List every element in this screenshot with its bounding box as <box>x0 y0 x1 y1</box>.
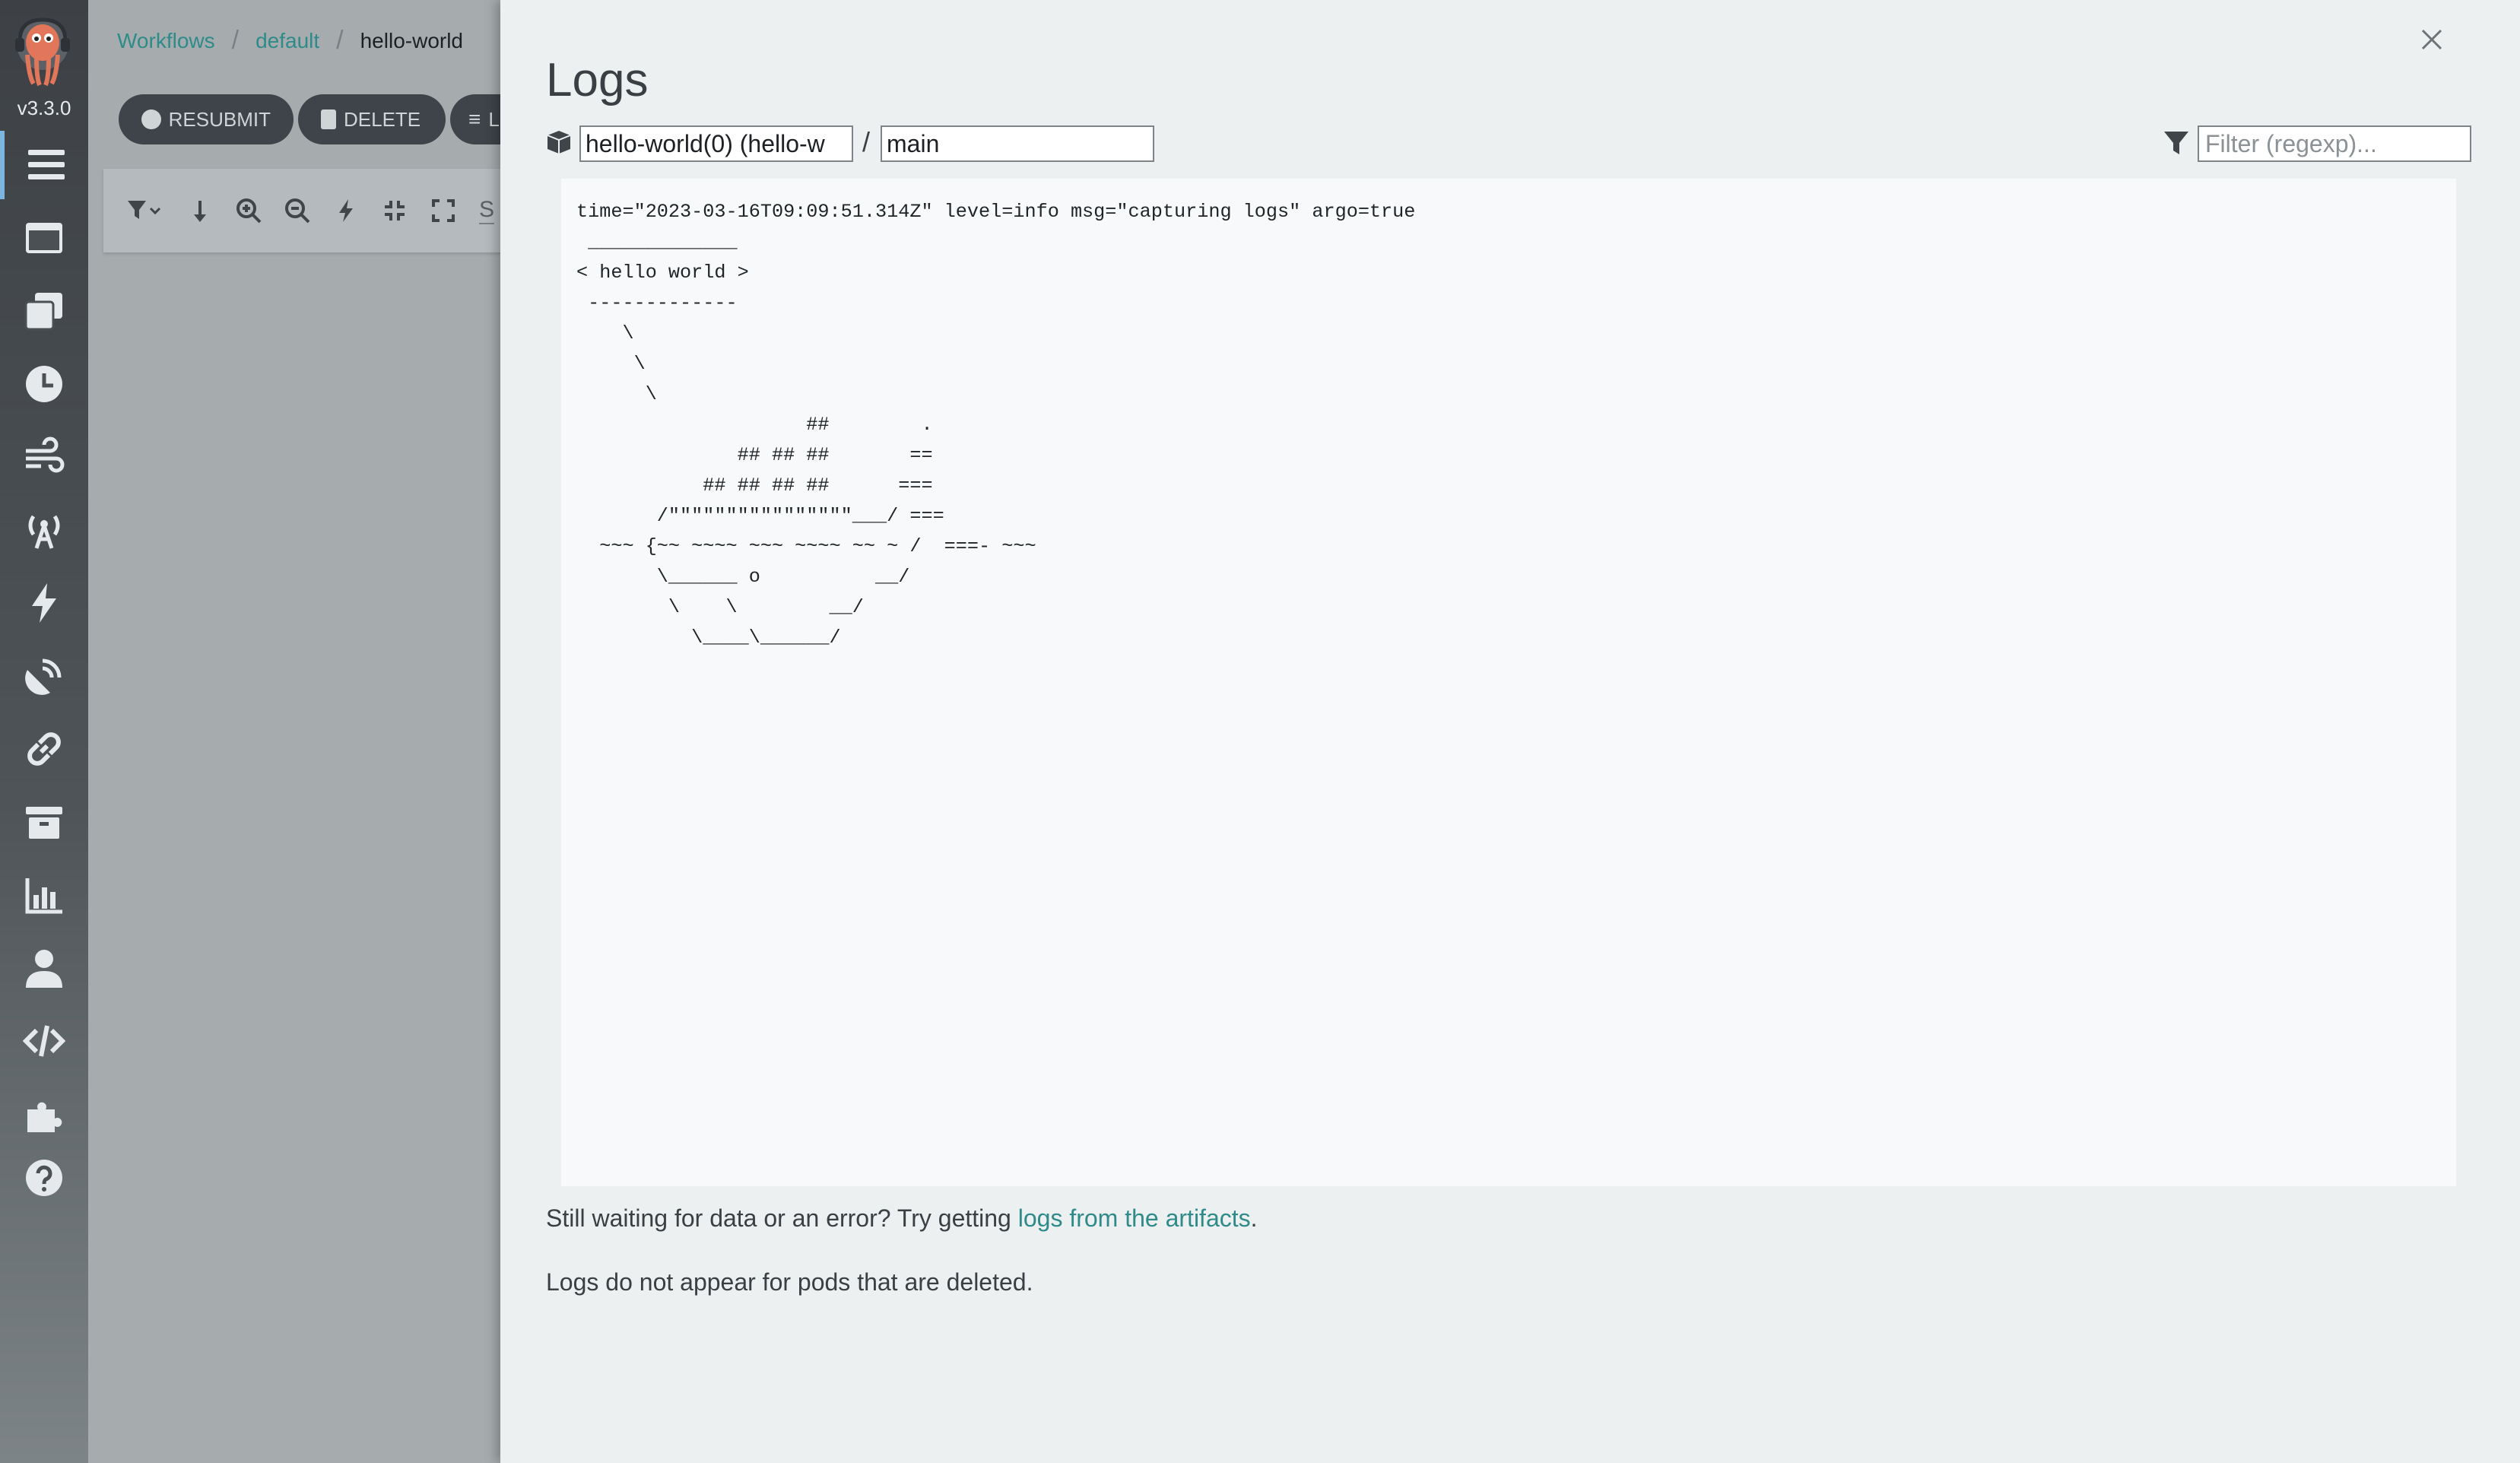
nav-archived-workflows[interactable] <box>0 788 88 856</box>
archive-icon <box>26 807 62 839</box>
trash-icon <box>321 109 336 129</box>
clone-icon <box>24 293 62 331</box>
waiting-note: Still waiting for data or an error? Try … <box>546 1204 1258 1233</box>
breadcrumb-separator: / <box>231 26 240 55</box>
nav-workflows[interactable] <box>0 131 88 199</box>
filter-dropdown-icon[interactable] <box>126 198 164 224</box>
nav-event-flow-satellite[interactable] <box>0 642 88 710</box>
code-icon <box>23 1025 65 1057</box>
broadcast-tower-icon <box>28 515 60 549</box>
nav-event-sources[interactable] <box>0 496 88 564</box>
nav-reports[interactable] <box>0 861 88 929</box>
wind-icon <box>26 436 65 473</box>
sidebar-nav: v3.3.0 <box>0 0 88 1463</box>
nav-interop[interactable] <box>0 715 88 783</box>
expand-icon[interactable] <box>430 198 456 224</box>
nav-cron-workflows[interactable] <box>0 350 88 418</box>
logs-panel: Logs hello-world(0) (hello-w / main time… <box>500 0 2520 1463</box>
delete-label: DELETE <box>344 107 421 131</box>
waiting-note-period: . <box>1250 1204 1258 1232</box>
nav-workflow-templates[interactable] <box>0 204 88 272</box>
selector-separator: / <box>862 126 871 157</box>
list-icon <box>28 150 65 179</box>
window-icon <box>26 223 62 253</box>
breadcrumb-workflows[interactable]: Workflows <box>117 29 215 53</box>
resubmit-label: RESUBMIT <box>168 107 271 131</box>
log-output: time="2023-03-16T09:09:51.314Z" level=in… <box>561 179 2456 1186</box>
compress-icon[interactable] <box>382 198 408 224</box>
artifacts-logs-link[interactable]: logs from the artifacts <box>1018 1204 1251 1232</box>
breadcrumb-separator: / <box>336 26 344 55</box>
breadcrumb: Workflows / default / hello-world <box>117 26 463 56</box>
cube-icon <box>546 129 572 155</box>
logs-label: L <box>488 107 500 131</box>
plus-circle-icon <box>141 109 161 129</box>
container-select[interactable]: main <box>881 125 1154 162</box>
deleted-pods-note: Logs do not appear for pods that are del… <box>546 1268 1033 1296</box>
delete-button[interactable]: DELETE <box>298 94 446 144</box>
arrow-down-icon[interactable] <box>187 198 213 224</box>
breadcrumb-namespace[interactable]: default <box>255 29 319 53</box>
clock-icon <box>26 366 62 402</box>
list-icon: ≡ <box>468 107 481 131</box>
log-text: time="2023-03-16T09:09:51.314Z" level=in… <box>576 201 1416 649</box>
nav-cluster-workflow-templates[interactable] <box>0 277 88 345</box>
close-icon[interactable] <box>2415 23 2449 56</box>
filter-input[interactable] <box>2198 125 2471 162</box>
zoom-out-icon[interactable] <box>284 198 310 224</box>
app-version: v3.3.0 <box>17 97 71 119</box>
nav-help[interactable] <box>0 1144 88 1212</box>
bolt-icon <box>32 583 56 623</box>
argo-octopus-logo[interactable] <box>14 15 71 88</box>
link-icon <box>27 732 61 766</box>
user-icon <box>26 950 62 988</box>
question-circle-icon <box>26 1160 62 1196</box>
nav-api-docs[interactable] <box>0 1007 88 1075</box>
breadcrumb-current: hello-world <box>360 28 464 52</box>
pod-select[interactable]: hello-world(0) (hello-w <box>579 125 853 162</box>
nav-sensors[interactable] <box>0 569 88 637</box>
bolt-icon[interactable] <box>333 198 359 224</box>
panel-title: Logs <box>546 54 649 106</box>
nav-event-flow[interactable] <box>0 423 88 491</box>
filter-icon <box>2163 129 2190 157</box>
search-input[interactable]: S <box>479 197 495 224</box>
zoom-in-icon[interactable] <box>236 198 262 224</box>
nav-plugins[interactable] <box>0 1080 88 1148</box>
resubmit-button[interactable]: RESUBMIT <box>119 94 294 144</box>
nav-user[interactable] <box>0 934 88 1002</box>
waiting-note-text: Still waiting for data or an error? Try … <box>546 1204 1018 1232</box>
puzzle-piece-icon <box>27 1102 62 1132</box>
satellite-dish-icon <box>25 659 62 695</box>
chart-bar-icon <box>25 878 62 914</box>
